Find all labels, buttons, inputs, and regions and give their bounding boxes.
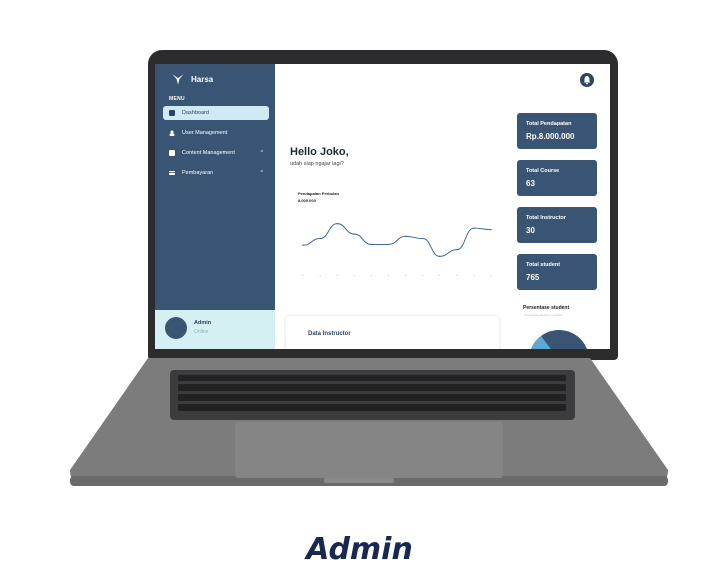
x-tick bbox=[370, 275, 372, 276]
menu-label: MENU bbox=[169, 96, 185, 102]
stat-value: 30 bbox=[526, 226, 535, 235]
x-tick bbox=[473, 275, 475, 276]
pie-subtitle: Persentase student perbulan bbox=[524, 313, 563, 317]
pie-slice bbox=[531, 336, 551, 349]
greeting-subtitle: udah siap ngajar lagi? bbox=[290, 161, 344, 167]
harsa-logo-icon bbox=[172, 74, 184, 85]
revenue-series-line bbox=[302, 223, 492, 257]
student-pie-chart bbox=[529, 330, 589, 349]
chart-point bbox=[421, 237, 424, 240]
chevron-up-icon[interactable]: ^ bbox=[261, 170, 263, 176]
user-panel[interactable]: Admin Online bbox=[155, 310, 275, 349]
dashboard-icon bbox=[169, 110, 175, 116]
x-tick bbox=[353, 275, 355, 276]
instructor-data-card[interactable]: Data Instructor bbox=[286, 316, 499, 349]
x-tick bbox=[456, 275, 458, 276]
stat-value: 63 bbox=[526, 179, 535, 188]
greeting-title: Hello Joko, bbox=[290, 146, 349, 158]
stat-value: Rp.8.000.000 bbox=[526, 132, 575, 141]
avatar bbox=[165, 317, 187, 339]
chart-point bbox=[439, 255, 441, 258]
x-tick bbox=[302, 275, 304, 276]
x-tick bbox=[405, 275, 406, 276]
chart-point bbox=[336, 222, 338, 225]
x-tick bbox=[490, 275, 492, 276]
sidebar-item-content-management[interactable]: Content Management ^ bbox=[163, 146, 269, 160]
chevron-up-icon[interactable]: ^ bbox=[261, 150, 263, 156]
stat-label: Total Instructor bbox=[526, 215, 566, 221]
chart-value: 8.000.000 bbox=[298, 198, 316, 203]
chart-point bbox=[302, 244, 304, 246]
stat-label: Total Pendapatan bbox=[526, 121, 572, 127]
sidebar-item-label: Content Management bbox=[182, 150, 235, 156]
chart-point bbox=[404, 235, 407, 238]
chart-point bbox=[370, 243, 373, 246]
chart-point bbox=[490, 228, 492, 231]
users-icon bbox=[169, 130, 175, 136]
sidebar: Harsa MENU Dashboard User Management Con… bbox=[155, 64, 275, 349]
stat-card-student[interactable]: Total student 765 bbox=[517, 254, 597, 290]
x-tick bbox=[336, 275, 338, 276]
chart-point bbox=[319, 237, 321, 240]
stat-label: Total student bbox=[526, 262, 561, 268]
laptop-mockup: Harsa MENU Dashboard User Management Con… bbox=[0, 0, 719, 585]
chart-point bbox=[353, 233, 355, 235]
stat-cards: Total Pendapatan Rp.8.000.000 Total Cour… bbox=[517, 113, 599, 301]
pie-title: Persentase student bbox=[523, 305, 570, 311]
chart-point bbox=[456, 248, 458, 251]
stat-card-course[interactable]: Total Course 63 bbox=[517, 160, 597, 196]
chart-title: Pendapatan Perbulan bbox=[298, 191, 339, 196]
stat-label: Total Course bbox=[526, 168, 560, 174]
instructor-card-title: Data Instructor bbox=[308, 331, 351, 337]
sidebar-nav: Dashboard User Management Content Manage… bbox=[163, 106, 269, 186]
sidebar-item-label: Pembayaran bbox=[182, 170, 214, 176]
x-tick bbox=[422, 275, 424, 276]
chart-point bbox=[473, 227, 475, 229]
stat-card-pendapatan[interactable]: Total Pendapatan Rp.8.000.000 bbox=[517, 113, 597, 149]
stat-value: 765 bbox=[526, 273, 540, 282]
user-name: Admin bbox=[194, 320, 212, 326]
x-tick bbox=[439, 275, 441, 276]
x-tick bbox=[388, 275, 389, 276]
sidebar-item-pembayaran[interactable]: Pembayaran ^ bbox=[163, 166, 269, 180]
x-tick bbox=[319, 275, 321, 276]
laptop-base bbox=[70, 358, 668, 486]
caption: Admin bbox=[306, 532, 413, 567]
bell-icon[interactable] bbox=[580, 73, 594, 87]
sidebar-item-label: Dashboard bbox=[182, 110, 209, 116]
sidebar-item-label: User Management bbox=[182, 130, 228, 136]
brand[interactable]: Harsa bbox=[171, 72, 213, 86]
sidebar-item-user-management[interactable]: User Management bbox=[163, 126, 269, 140]
revenue-line-chart bbox=[302, 222, 492, 276]
chart-point bbox=[387, 243, 390, 246]
sidebar-item-dashboard[interactable]: Dashboard bbox=[163, 106, 269, 120]
app-name: Harsa bbox=[191, 74, 214, 84]
screen: Harsa MENU Dashboard User Management Con… bbox=[155, 64, 610, 349]
stat-card-instructor[interactable]: Total Instructor 30 bbox=[517, 207, 597, 243]
user-status: Online bbox=[194, 329, 209, 335]
content-icon bbox=[169, 150, 175, 156]
payment-icon bbox=[169, 171, 175, 175]
